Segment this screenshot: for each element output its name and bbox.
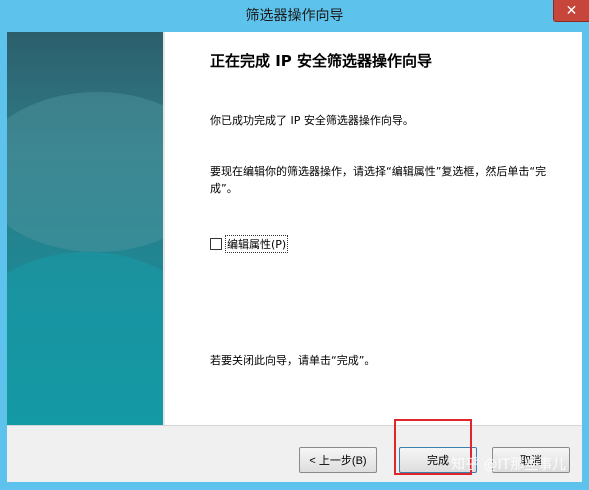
close-instruction-text: 若要关闭此向导，请单击“完成”。: [210, 354, 376, 367]
wizard-content: 正在完成 IP 安全筛选器操作向导 你已成功完成了 IP 安全筛选器操作向导。 …: [7, 32, 582, 425]
page-heading: 正在完成 IP 安全筛选器操作向导: [210, 52, 433, 70]
close-icon: ✕: [565, 2, 578, 19]
wizard-window: 筛选器操作向导 ✕ 正在完成 IP 安全筛选器操作向导 你已成功完成了 IP 安…: [0, 0, 589, 490]
window-frame-right: [582, 32, 589, 482]
title-bar[interactable]: 筛选器操作向导 ✕: [0, 0, 589, 32]
window-title: 筛选器操作向导: [245, 8, 344, 24]
button-area-divider: [7, 425, 582, 426]
edit-instruction-text: 要现在编辑你的筛选器操作，请选择“编辑属性”复选框，然后单击“完成”。: [210, 165, 547, 195]
close-button[interactable]: ✕: [553, 0, 589, 22]
banner-glow: [7, 252, 163, 425]
window-frame-left: [0, 32, 7, 482]
edit-properties-checkbox[interactable]: [210, 238, 222, 250]
back-button[interactable]: < 上一步(B): [299, 447, 377, 473]
edit-properties-row[interactable]: 编辑属性(P): [210, 235, 289, 253]
banner-glow: [7, 92, 163, 252]
wizard-banner-image: [7, 32, 163, 425]
edit-properties-label[interactable]: 编辑属性(P): [225, 235, 289, 253]
watermark-text: 知乎 @IT那些事儿: [451, 457, 567, 473]
banner-divider: [163, 32, 165, 425]
window-frame-bottom: [0, 482, 589, 490]
success-text: 你已成功完成了 IP 安全筛选器操作向导。: [210, 114, 414, 127]
